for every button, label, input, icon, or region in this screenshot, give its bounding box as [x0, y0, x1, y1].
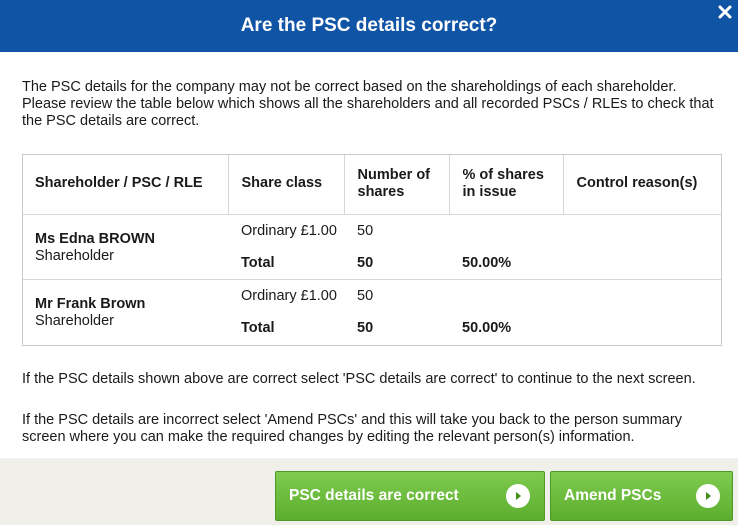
amend-pscs-button[interactable]: Amend PSCs [550, 471, 733, 521]
number-of-shares: 50 [357, 223, 374, 239]
shareholder-role: Shareholder [35, 248, 114, 264]
table-header-row: Shareholder / PSC / RLE Share class Numb… [22, 154, 722, 215]
total-shares: 50 [357, 255, 374, 271]
total-shares: 50 [357, 320, 374, 336]
table-row: Mr Frank Brown Shareholder Ordinary £1.0… [23, 279, 721, 344]
intro-text: The PSC details for the company may not … [22, 79, 714, 129]
shareholder-name: Ms Edna BROWN [35, 231, 156, 247]
psc-details-correct-label: PSC details are correct [289, 487, 459, 504]
instruction-correct: If the PSC details shown above are corre… [22, 371, 696, 387]
psc-table: Shareholder / PSC / RLE Share class Numb… [22, 154, 722, 215]
amend-pscs-label: Amend PSCs [564, 487, 662, 504]
header-share-class: Share class [228, 154, 345, 215]
share-class: Ordinary £1.00 [241, 223, 337, 239]
shareholder-name: Mr Frank Brown [35, 296, 146, 312]
psc-details-correct-button[interactable]: PSC details are correct [275, 471, 545, 521]
table-row: Ms Edna BROWN Shareholder Ordinary £1.00… [23, 214, 721, 279]
close-icon[interactable] [718, 5, 732, 19]
total-percent: 50.00% [462, 320, 512, 336]
chevron-right-circle-icon [506, 484, 530, 508]
dialog-header: Are the PSC details correct? [0, 0, 738, 52]
instruction-incorrect: If the PSC details are incorrect select … [22, 412, 682, 445]
header-number-of-shares: Number of shares [344, 154, 450, 215]
total-label: Total [241, 255, 275, 271]
chevron-right-circle-icon [696, 484, 720, 508]
share-class: Ordinary £1.00 [241, 288, 337, 304]
dialog-title: Are the PSC details correct? [240, 15, 498, 36]
total-label: Total [241, 320, 275, 336]
number-of-shares: 50 [357, 288, 374, 304]
header-control-reasons: Control reason(s) [563, 154, 722, 215]
header-shareholder: Shareholder / PSC / RLE [22, 154, 229, 215]
total-percent: 50.00% [462, 255, 512, 271]
header-percent-of-shares: % of shares in issue [449, 154, 564, 215]
shareholder-role: Shareholder [35, 313, 114, 329]
